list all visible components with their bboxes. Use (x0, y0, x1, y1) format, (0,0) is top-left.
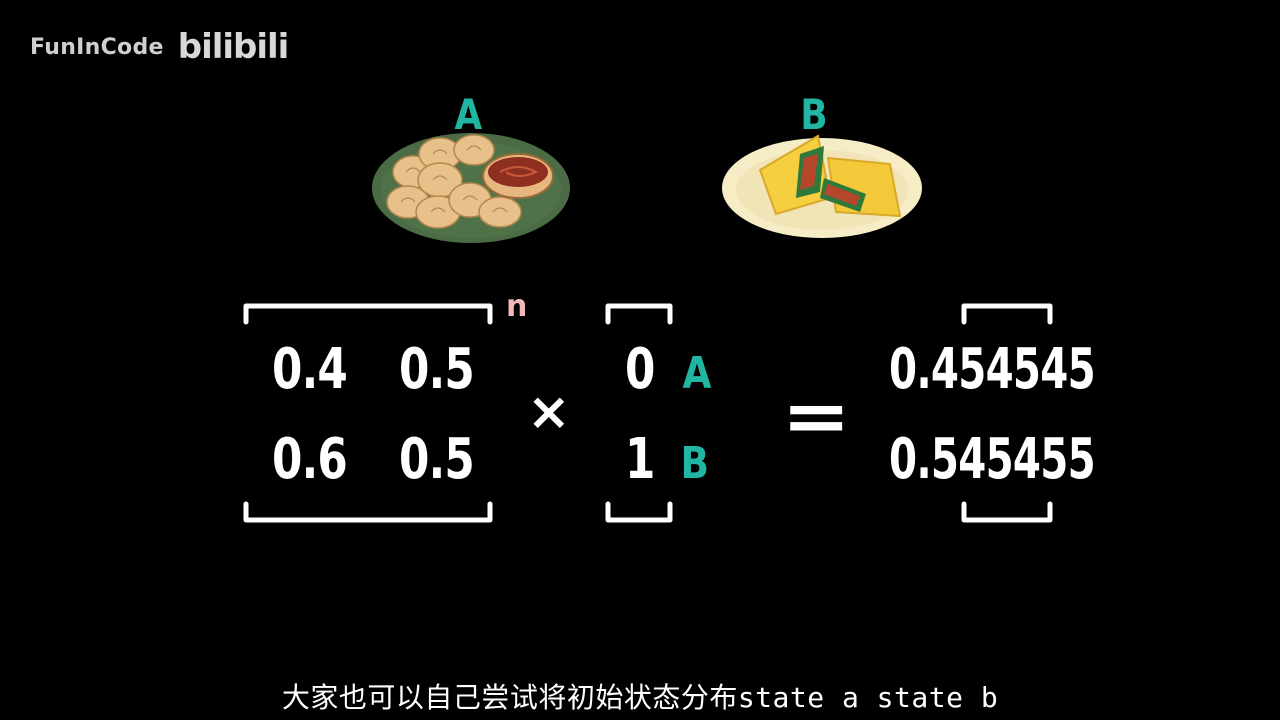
brand-text: FunInCode (30, 34, 164, 60)
result-brackets (961, 303, 1053, 523)
exponent-n: n (506, 289, 528, 324)
result-cell-0: 0.454545 (889, 337, 1096, 402)
vector-brackets (605, 303, 673, 523)
vector-cell-0: 0 (625, 337, 655, 402)
equals-sign: = (781, 374, 851, 458)
vector-cell-1: 1 (625, 427, 655, 492)
matrix-cell-0-1: 0.5 (399, 337, 475, 402)
multiply-sign: × (527, 382, 571, 442)
matrix-cell-1-1: 0.5 (399, 427, 475, 492)
vector-label-a: A (682, 348, 712, 399)
matrix-cell-1-0: 0.6 (272, 427, 348, 492)
matrix-cell-0-0: 0.4 (272, 337, 348, 402)
subtitle: 大家也可以自己尝试将初始状态分布state a state b (281, 681, 999, 714)
result-cell-1: 0.545455 (889, 427, 1096, 492)
bilibili-logo: bilibili (177, 27, 290, 67)
egg-wrap-plate-icon (722, 134, 922, 238)
matrix-brackets (243, 303, 493, 523)
dumplings-plate-icon (372, 133, 570, 243)
watermark: FunInCode bilibili (30, 22, 290, 72)
vector-label-b: B (680, 438, 710, 489)
